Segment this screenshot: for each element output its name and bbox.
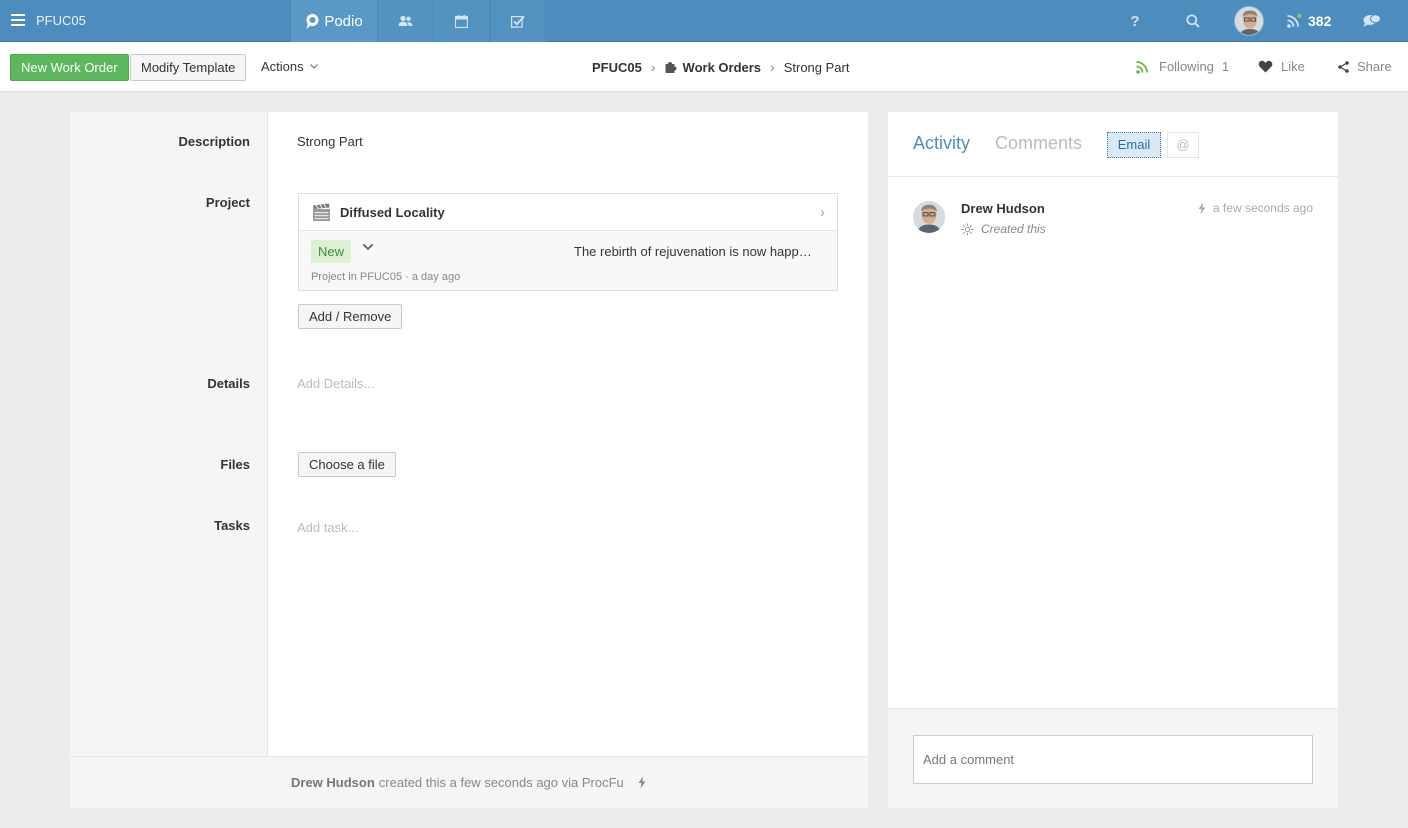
creator-name[interactable]: Drew Hudson: [291, 775, 375, 790]
tab-comments[interactable]: Comments: [995, 133, 1082, 154]
task-check-icon: [511, 15, 525, 28]
share-icon: [1338, 60, 1349, 73]
workspace-name[interactable]: PFUC05: [36, 13, 86, 28]
email-button[interactable]: Email: [1107, 132, 1161, 158]
activity-panel: Activity Comments Email @ Drew Hudson a …: [888, 112, 1338, 808]
chevron-right-icon: ›: [650, 59, 656, 75]
actions-dropdown[interactable]: Actions: [261, 59, 318, 74]
activity-description: Created this: [961, 222, 1046, 236]
breadcrumb: PFUC05 › Work Orders › Strong Part: [592, 59, 849, 75]
project-meta: Project in PFUC05 · a day ago: [311, 271, 461, 283]
project-title: Diffused Locality: [340, 204, 445, 220]
help-button[interactable]: ?: [1125, 0, 1145, 42]
item-action-bar: New Work Order Modify Template Actions P…: [0, 42, 1408, 92]
chevron-down-icon: [309, 64, 318, 69]
clapperboard-icon: [313, 203, 330, 221]
activity-time: a few seconds ago: [1212, 201, 1313, 215]
following-toggle[interactable]: Following 1: [1136, 59, 1229, 74]
mention-button[interactable]: @: [1167, 132, 1199, 158]
modify-template-button[interactable]: Modify Template: [130, 54, 247, 81]
comment-area: [888, 708, 1338, 808]
podio-logo-icon: [306, 13, 319, 29]
notification-count[interactable]: 382: [1308, 13, 1331, 29]
app-puzzle-icon: [665, 61, 677, 73]
chevron-down-icon[interactable]: [362, 243, 374, 251]
calendar-icon: [455, 14, 468, 28]
project-title-row[interactable]: Diffused Locality ›: [299, 194, 837, 231]
creation-text: created this a few seconds ago via ProcF…: [378, 775, 624, 790]
feed-icon: [1136, 60, 1148, 74]
activity-user-avatar[interactable]: [913, 201, 945, 233]
like-button[interactable]: Like: [1258, 59, 1305, 74]
following-count: 1: [1221, 59, 1230, 74]
item-card: Description Strong Part Project Diffused…: [70, 112, 868, 808]
item-creation-footer: Drew Hudson created this a few seconds a…: [70, 756, 868, 808]
details-input[interactable]: Add Details...: [297, 376, 374, 391]
help-icon: ?: [1130, 12, 1140, 30]
people-icon: [398, 15, 413, 26]
chevron-right-icon: ›: [770, 59, 775, 75]
new-work-order-button[interactable]: New Work Order: [10, 54, 129, 81]
feed-icon: [1286, 14, 1301, 28]
files-label: Files: [220, 457, 250, 472]
description-label: Description: [178, 134, 250, 149]
like-label: Like: [1281, 59, 1305, 74]
chat-button[interactable]: [1362, 0, 1382, 42]
menu-icon[interactable]: [11, 14, 25, 26]
top-navigation-bar: PFUC05 Podio ? 382: [0, 0, 1408, 42]
activity-user-name[interactable]: Drew Hudson: [961, 201, 1045, 216]
lightning-icon: [638, 776, 646, 789]
search-button[interactable]: [1183, 0, 1203, 42]
panel-tabs: Activity Comments Email @: [888, 112, 1338, 177]
comment-input[interactable]: [913, 735, 1313, 784]
heart-icon: [1258, 60, 1273, 73]
breadcrumb-app-label: Work Orders: [682, 59, 762, 75]
sparkle-icon: [961, 223, 974, 235]
tab-activity[interactable]: Activity: [913, 133, 970, 154]
following-label: Following: [1159, 59, 1214, 74]
podio-home-link[interactable]: Podio: [290, 0, 377, 42]
add-remove-button[interactable]: Add / Remove: [298, 304, 403, 329]
search-icon: [1186, 14, 1200, 28]
activity-timestamp: a few seconds ago: [1197, 201, 1313, 215]
breadcrumb-app[interactable]: Work Orders: [665, 59, 762, 75]
tasks-nav-button[interactable]: [490, 0, 546, 42]
breadcrumb-workspace[interactable]: PFUC05: [592, 60, 642, 75]
details-label: Details: [207, 376, 250, 391]
project-reference-card: Diffused Locality › New The rebirth of r…: [298, 193, 838, 291]
actions-label: Actions: [261, 59, 304, 74]
brand-name: Podio: [324, 12, 363, 30]
add-task-input[interactable]: Add task...: [297, 520, 358, 535]
chat-bubbles-icon: [1363, 14, 1381, 27]
user-avatar[interactable]: [1234, 6, 1264, 36]
project-label: Project: [205, 195, 250, 210]
choose-file-button[interactable]: Choose a file: [298, 452, 396, 477]
lightning-icon: [1198, 202, 1206, 214]
user-avatar-image: [913, 201, 945, 233]
user-avatar-image: [1235, 7, 1263, 35]
share-button[interactable]: Share: [1338, 59, 1392, 74]
tasks-label: Tasks: [214, 518, 250, 533]
project-status-badge[interactable]: New: [311, 240, 352, 263]
description-value[interactable]: Strong Part: [297, 134, 363, 149]
activity-action: Created this: [981, 222, 1046, 236]
chevron-right-icon: ›: [820, 204, 825, 221]
notifications-button[interactable]: [1284, 0, 1304, 42]
calendar-nav-button[interactable]: [433, 0, 489, 42]
project-details: New The rebirth of rejuvenation is now h…: [299, 231, 837, 290]
breadcrumb-item: Strong Part: [783, 59, 850, 75]
project-summary: The rebirth of rejuvenation is now happe…: [574, 244, 814, 259]
contacts-nav-button[interactable]: [377, 0, 433, 42]
share-label: Share: [1357, 59, 1392, 74]
